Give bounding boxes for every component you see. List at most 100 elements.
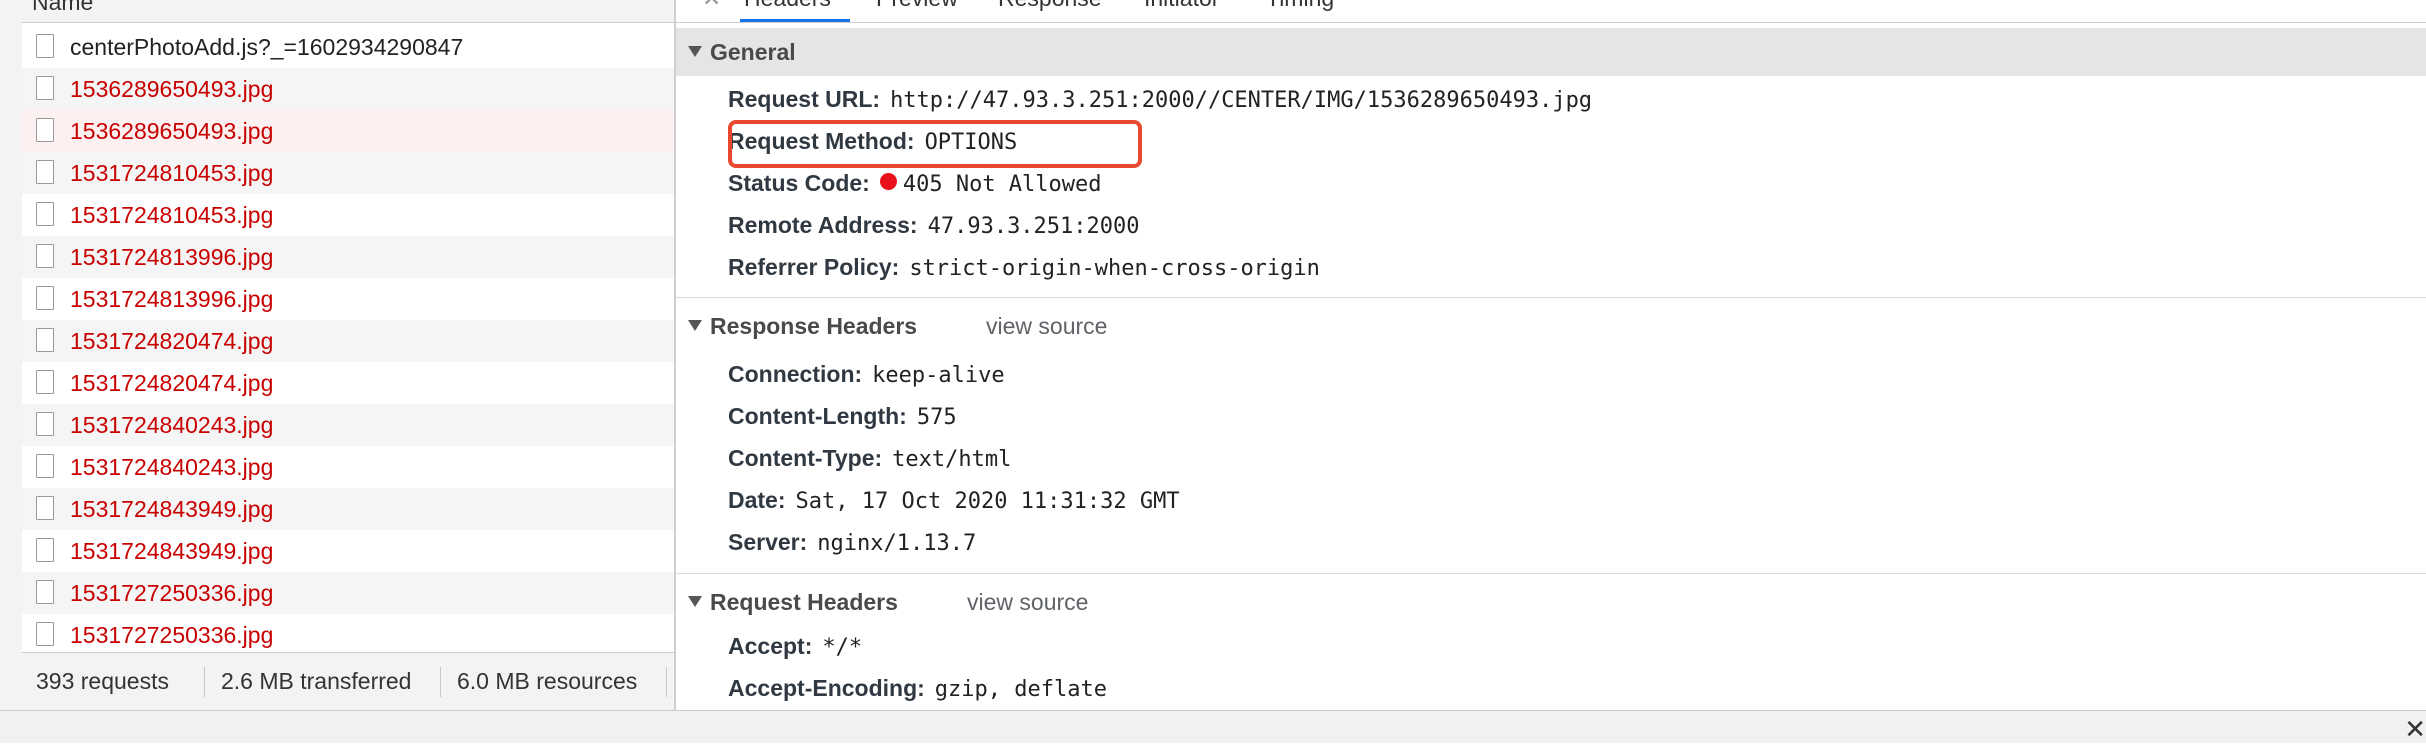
request-count: 393 requests	[36, 668, 169, 694]
active-tab-indicator	[740, 19, 850, 22]
request-name: centerPhotoAdd.js?_=1602934290847	[70, 34, 464, 60]
header-value: Sat, 17 Oct 2020 11:31:32 GMT	[795, 489, 1180, 514]
file-icon	[36, 454, 54, 478]
request-row[interactable]: 1531724810453.jpg	[22, 194, 674, 236]
name-column-header[interactable]: Name	[22, 0, 674, 23]
status-error-dot-icon	[879, 173, 897, 190]
request-detail-pane: ✕ Headers Preview Response Initiator Tim…	[676, 0, 2426, 710]
header-value: gzip, deflate	[934, 677, 1107, 702]
file-icon	[36, 286, 54, 310]
request-row[interactable]: 1531724813996.jpg	[22, 236, 674, 278]
status-code-value: 405 Not Allowed	[902, 172, 1102, 197]
request-name: 1531724810453.jpg	[70, 202, 274, 228]
status-code-row: Status Code: 405 Not Allowed	[728, 169, 1102, 199]
header-row: Accept: */*	[728, 632, 862, 662]
file-icon	[36, 538, 54, 562]
tab-timing[interactable]: Timing	[1266, 0, 1334, 12]
remote-address-key: Remote Address:	[728, 212, 918, 238]
response-headers-title: Response Headers	[710, 313, 918, 339]
file-icon	[36, 76, 54, 100]
header-key: Server:	[728, 529, 808, 555]
header-key: Accept:	[728, 633, 813, 659]
summary-bar: 393 requests 2.6 MB transferred 6.0 MB r…	[22, 652, 674, 710]
request-headers-title: Request Headers	[710, 589, 898, 615]
remote-address-row: Remote Address: 47.93.3.251:2000	[728, 211, 1140, 241]
file-icon	[36, 496, 54, 520]
request-row[interactable]: 1536289650493.jpg	[22, 110, 674, 152]
file-icon	[36, 244, 54, 268]
tab-headers[interactable]: Headers	[744, 0, 831, 12]
header-value: 575	[916, 405, 957, 430]
name-column-label: Name	[32, 0, 94, 15]
referrer-policy-key: Referrer Policy:	[728, 254, 900, 280]
file-icon	[36, 328, 54, 352]
request-row[interactable]: centerPhotoAdd.js?_=1602934290847	[22, 26, 674, 68]
header-key: Date:	[728, 487, 786, 513]
request-row[interactable]: 1531724813996.jpg	[22, 278, 674, 320]
request-rows: centerPhotoAdd.js?_=1602934290847 1536289…	[22, 26, 674, 656]
header-row: Date: Sat, 17 Oct 2020 11:31:32 GMT	[728, 486, 1180, 516]
request-name: 1531724813996.jpg	[70, 286, 274, 312]
request-name: 1531724820474.jpg	[70, 328, 274, 354]
request-name: 1531724840243.jpg	[70, 412, 274, 438]
header-key: Content-Type:	[728, 445, 883, 471]
close-icon[interactable]: ✕	[2404, 715, 2426, 743]
request-row[interactable]: 1531724820474.jpg	[22, 320, 674, 362]
header-row: Accept-Encoding: gzip, deflate	[728, 674, 1107, 704]
referrer-policy-value: strict-origin-when-cross-origin	[909, 256, 1320, 281]
tab-initiator[interactable]: Initiator	[1144, 0, 1219, 12]
tab-preview[interactable]: Preview	[876, 0, 958, 12]
request-row[interactable]: 1531724820474.jpg	[22, 362, 674, 404]
status-code-key: Status Code:	[728, 170, 870, 196]
header-value: */*	[822, 635, 863, 660]
detail-tab-bar: ✕ Headers Preview Response Initiator Tim…	[676, 0, 2426, 23]
request-name: 1536289650493.jpg	[70, 76, 274, 102]
request-row[interactable]: 1531727250336.jpg	[22, 614, 674, 656]
request-name: 1531724810453.jpg	[70, 160, 274, 186]
remote-address-value: 47.93.3.251:2000	[927, 214, 1140, 239]
request-headers-section-header[interactable]: Request Headers view source	[676, 578, 2426, 626]
response-headers-section-header[interactable]: Response Headers view source	[676, 302, 2426, 350]
header-value: keep-alive	[872, 363, 1005, 388]
response-view-source-link[interactable]: view source	[986, 313, 1107, 340]
file-icon	[36, 160, 54, 184]
header-row: Content-Length: 575	[728, 402, 957, 432]
left-gutter	[0, 0, 23, 710]
request-view-source-link[interactable]: view source	[967, 589, 1088, 616]
request-name: 1531724843949.jpg	[70, 496, 274, 522]
tab-response[interactable]: Response	[998, 0, 1102, 12]
referrer-policy-row: Referrer Policy: strict-origin-when-cross…	[728, 253, 1320, 283]
request-row[interactable]: 1536289650493.jpg	[22, 68, 674, 110]
file-icon	[36, 412, 54, 436]
close-detail-icon[interactable]: ✕	[702, 0, 721, 12]
bottom-drawer-bar: ✕	[0, 710, 2426, 743]
request-method-highlight	[728, 120, 1142, 168]
file-icon	[36, 202, 54, 226]
section-divider	[676, 573, 2426, 574]
request-row[interactable]: 1531727250336.jpg	[22, 572, 674, 614]
summary-divider	[666, 667, 667, 697]
request-name: 1531727250336.jpg	[70, 580, 274, 606]
request-row[interactable]: 1531724810453.jpg	[22, 152, 674, 194]
file-icon	[36, 622, 54, 646]
header-key: Accept-Encoding:	[728, 675, 925, 701]
transferred-size: 2.6 MB transferred	[221, 668, 412, 694]
request-row[interactable]: 1531724843949.jpg	[22, 488, 674, 530]
file-icon	[36, 580, 54, 604]
request-row[interactable]: 1531724840243.jpg	[22, 446, 674, 488]
request-row[interactable]: 1531724843949.jpg	[22, 530, 674, 572]
triangle-down-icon	[688, 320, 702, 331]
request-name: 1531724843949.jpg	[70, 538, 274, 564]
header-row: Server: nginx/1.13.7	[728, 528, 976, 558]
request-row[interactable]: 1531724840243.jpg	[22, 404, 674, 446]
file-icon	[36, 118, 54, 142]
request-url-row: Request URL: http://47.93.3.251:2000//CEN…	[728, 85, 1592, 115]
general-section-header[interactable]: General	[676, 28, 2426, 76]
header-row: Content-Type: text/html	[728, 444, 1011, 474]
request-name: 1531724840243.jpg	[70, 454, 274, 480]
resources-size: 6.0 MB resources	[457, 668, 638, 694]
header-key: Content-Length:	[728, 403, 907, 429]
file-icon	[36, 370, 54, 394]
triangle-down-icon	[688, 596, 702, 607]
header-row: Connection: keep-alive	[728, 360, 1005, 390]
